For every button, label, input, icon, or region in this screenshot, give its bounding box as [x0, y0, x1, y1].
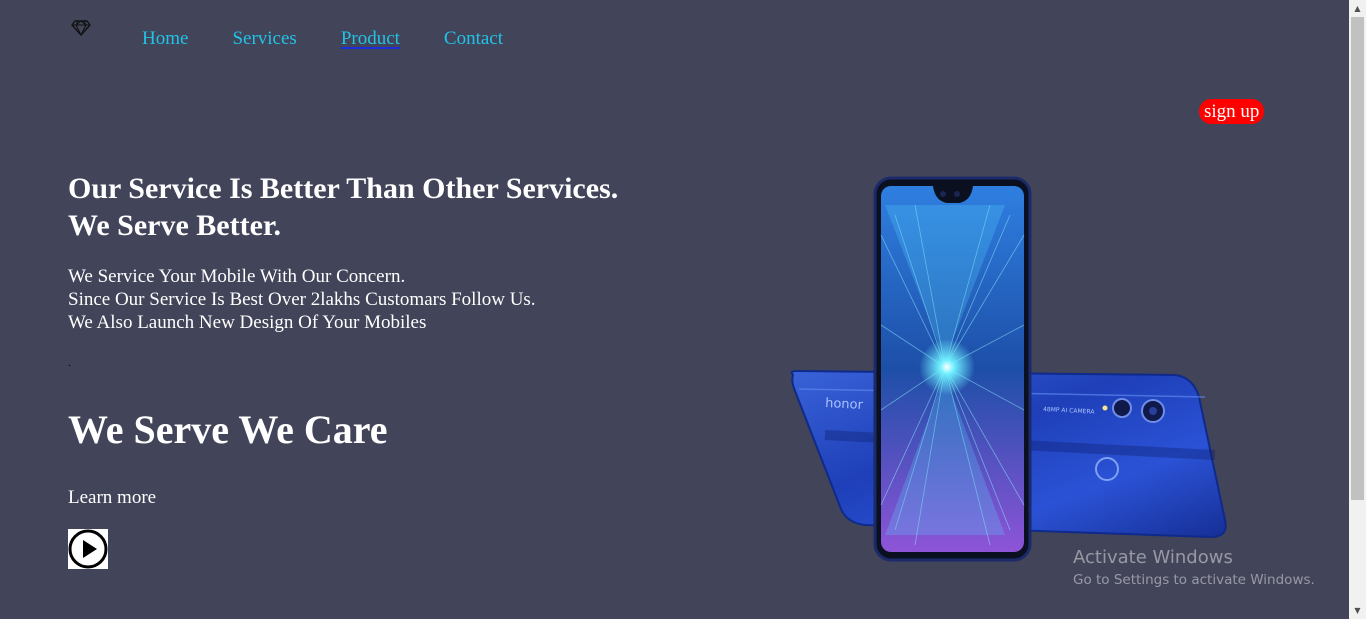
- scroll-down-arrow-icon[interactable]: ▼: [1349, 602, 1366, 619]
- nav-home[interactable]: Home: [142, 27, 188, 51]
- hero-tagline: We Serve We Care: [68, 407, 388, 452]
- nav-contact[interactable]: Contact: [444, 27, 503, 51]
- watermark-title: Activate Windows: [1073, 547, 1233, 568]
- watermark-subtitle: Go to Settings to activate Windows.: [1073, 572, 1315, 588]
- signup-button[interactable]: sign up: [1199, 99, 1265, 124]
- hero-headline-line1: Our Service Is Better Than Other Service…: [68, 172, 619, 205]
- hero-description-line2: Since Our Service Is Best Over 2lakhs Cu…: [68, 289, 536, 310]
- diamond-icon[interactable]: [71, 20, 91, 36]
- scroll-up-arrow-icon[interactable]: ▲: [1349, 0, 1366, 17]
- hero-description-line1: We Service Your Mobile With Our Concern.: [68, 266, 406, 287]
- hero-headline: Our Service Is Better Than Other Service…: [68, 170, 618, 244]
- stray-dot: .: [68, 355, 71, 369]
- svg-text:honor: honor: [825, 396, 864, 413]
- learn-more-link[interactable]: Learn more: [68, 486, 156, 510]
- landing-page: Home Services Product Contact sign up Ou…: [0, 0, 1366, 619]
- play-circle-icon[interactable]: [68, 529, 108, 569]
- scrollbar-thumb[interactable]: [1351, 17, 1364, 500]
- activate-windows-watermark: Activate Windows Go to Settings to activ…: [1073, 547, 1315, 590]
- phone-image: honor 48MP AI CAMERA: [790, 176, 1227, 562]
- main-nav: Home Services Product Contact: [142, 27, 547, 51]
- vertical-scrollbar[interactable]: ▲ ▼: [1349, 0, 1366, 619]
- hero-headline-line2: We Serve Better.: [68, 209, 281, 242]
- hero-description-line3: We Also Launch New Design Of Your Mobile…: [68, 312, 427, 333]
- hero-description: We Service Your Mobile With Our Concern.…: [68, 265, 536, 334]
- nav-product[interactable]: Product: [341, 27, 400, 51]
- nav-services[interactable]: Services: [232, 27, 296, 51]
